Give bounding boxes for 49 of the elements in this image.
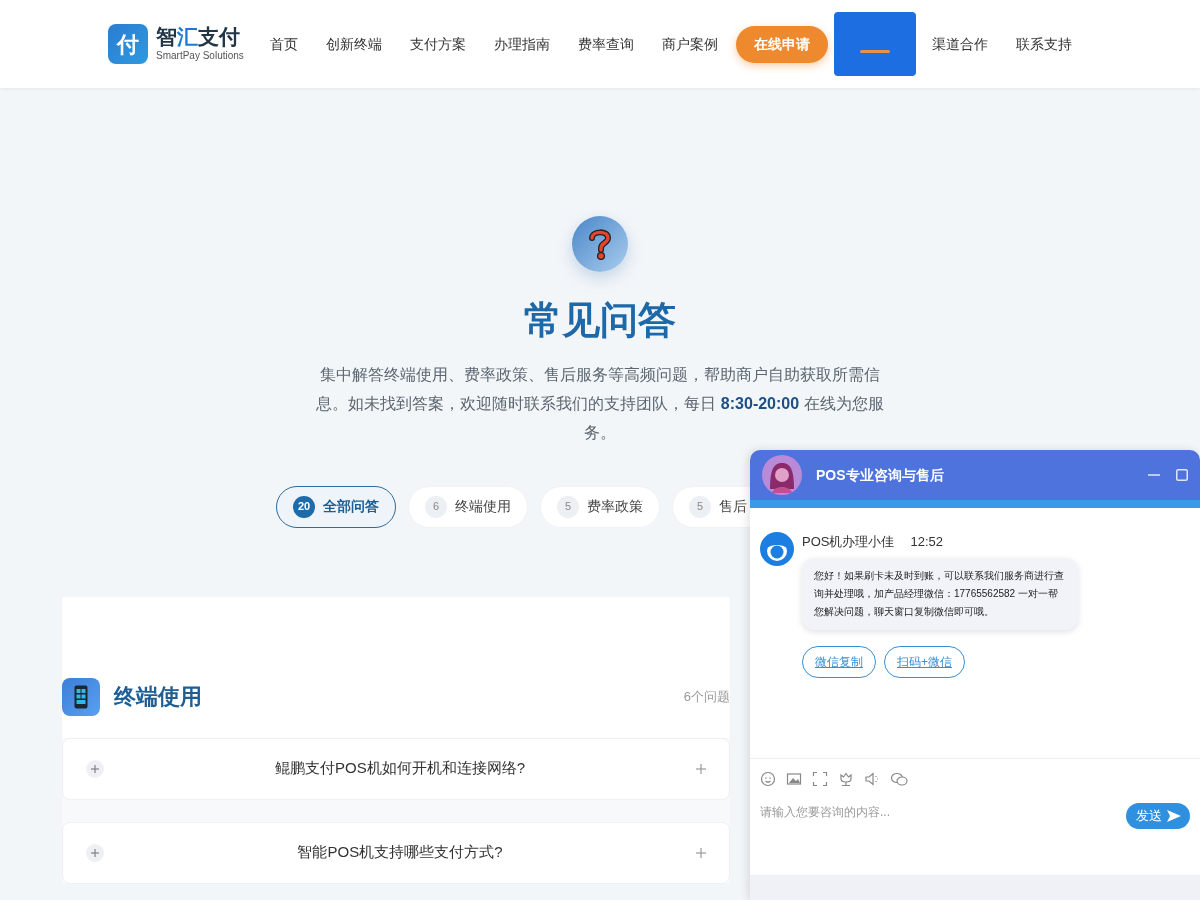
emoji-icon[interactable] — [760, 770, 776, 787]
maximize-icon[interactable] — [1176, 469, 1188, 481]
faq-question: 智能POS机支持哪些支付方式? — [296, 842, 504, 863]
expand-icon — [85, 758, 105, 779]
nav-link[interactable]: 联系支持 — [1001, 33, 1086, 55]
filter-tab[interactable]: 6 终端使用 — [408, 485, 528, 528]
image-icon[interactable] — [786, 770, 802, 787]
nav-link[interactable]: 创新终端 — [311, 33, 396, 55]
question-icon — [572, 216, 628, 272]
faq-question: 鲲鹏支付POS机如何开机和连接网络? — [274, 758, 526, 779]
expand-icon — [85, 842, 105, 863]
count-badge: 5 — [557, 495, 579, 518]
plus-icon — [695, 846, 707, 859]
logo-icon: 付 — [108, 24, 148, 64]
filter-tab[interactable]: 5 费率政策 — [540, 485, 660, 528]
question-count: 6个问题 — [683, 687, 730, 706]
agent-avatar-icon — [760, 532, 794, 566]
quick-reply-button[interactable]: 扫码+微信 — [884, 645, 965, 678]
nav-link[interactable]: 商户案例 — [647, 33, 732, 55]
chat-title: POS专业咨询与售后 — [816, 465, 944, 485]
avatar-icon — [762, 455, 802, 495]
phone-icon — [62, 677, 100, 716]
screenshot-icon[interactable] — [812, 770, 828, 787]
flower-icon[interactable] — [838, 770, 854, 787]
brand-tagline: SmartPay Solutions — [156, 49, 244, 64]
message-time: 12:52 — [910, 533, 943, 551]
count-badge: 20 — [293, 495, 315, 518]
nav-link[interactable]: 渠道合作 — [917, 33, 1002, 55]
faq-item[interactable]: 鲲鹏支付POS机如何开机和连接网络? — [62, 737, 730, 800]
count-badge: 5 — [689, 495, 711, 518]
section-title: 终端使用 — [114, 683, 202, 712]
count-badge: 6 — [425, 495, 447, 518]
page-title: 常见问答 — [523, 298, 677, 343]
brand-name: 智汇支付 — [156, 24, 241, 49]
nav-link[interactable]: 支付方案 — [395, 33, 480, 55]
speaker-icon[interactable] — [864, 770, 880, 787]
nav-link[interactable]: 费率查询 — [563, 33, 648, 55]
send-icon — [1166, 808, 1182, 823]
plus-icon — [695, 762, 707, 775]
filter-tab[interactable]: 20 全部问答 — [276, 485, 396, 528]
quick-reply-button[interactable]: 微信复制 — [802, 645, 876, 678]
nav-link[interactable] — [833, 12, 916, 76]
message-bubble: 您好！如果刷卡未及时到账，可以联系我们服务商进行查询并处理哦，加产品经理微信：17765562582 一对一帮您解决问题，聊天窗口复制微信即可哦。 — [802, 557, 1078, 630]
faq-item[interactable]: 智能POS机支持哪些支付方式? — [62, 821, 730, 884]
nav-link[interactable]: 办理指南 — [479, 33, 564, 55]
page-description: 集中解答终端使用、费率政策、售后服务等高频问题，帮助商户自助获取所需信息。如未找到答案，欢迎随时联系我们的支持团队，每日 8:30-20:00 在线为您服务。 — [315, 364, 885, 443]
chat-bubbles-icon[interactable] — [890, 770, 908, 787]
agent-name: POS机办理小佳 — [802, 533, 895, 551]
nav-link[interactable]: 首页 — [255, 33, 312, 55]
